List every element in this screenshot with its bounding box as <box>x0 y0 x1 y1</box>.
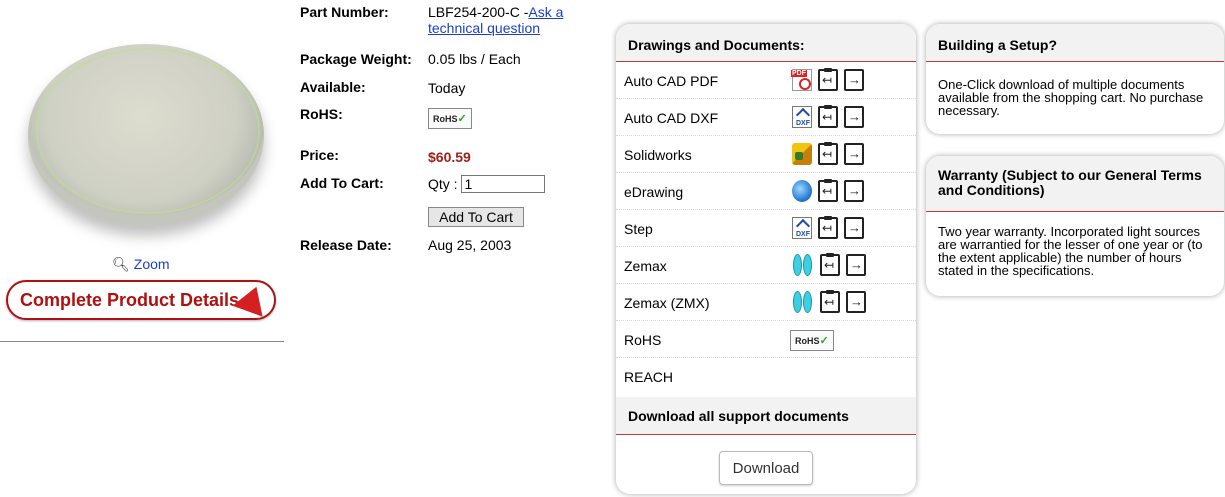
qty-label: Qty : <box>428 176 458 192</box>
complete-product-details-button[interactable]: Complete Product Details <box>6 280 276 320</box>
share-icon[interactable] <box>844 217 864 239</box>
lens-icon[interactable] <box>792 291 814 313</box>
part-number-label: Part Number: <box>300 4 389 20</box>
add-to-cart-button[interactable]: Add To Cart <box>428 207 524 227</box>
available-value: Today <box>428 80 466 96</box>
ask-question-link[interactable]: Ask a <box>528 4 563 20</box>
available-label: Available: <box>300 79 366 95</box>
divider <box>0 341 284 342</box>
setup-body: One-Click download of multiple documents… <box>938 77 1204 118</box>
rohs-badge[interactable]: RoHS✓ <box>428 108 472 129</box>
qty-group: Qty : <box>428 175 546 193</box>
complete-product-details-label: Complete Product Details <box>20 289 240 310</box>
clipboard-icon[interactable] <box>818 105 838 128</box>
edrawing-icon[interactable] <box>792 180 812 202</box>
part-number: LBF254-200-C - <box>428 4 529 20</box>
share-icon[interactable] <box>844 69 864 91</box>
doc-row-zemax-zmx[interactable]: Zemax (ZMX) <box>616 284 916 321</box>
lens-icon[interactable] <box>792 254 814 276</box>
doc-name[interactable]: Solidworks <box>624 147 692 163</box>
doc-row-autocad-pdf[interactable]: Auto CAD PDF <box>616 62 916 99</box>
doc-name[interactable]: RoHS <box>624 332 661 348</box>
warranty-panel: Warranty (Subject to our General Terms a… <box>926 156 1224 296</box>
check-icon: ✓ <box>457 113 467 125</box>
qty-input[interactable] <box>461 175 546 193</box>
setup-panel: Building a Setup? One-Click download of … <box>926 24 1224 134</box>
doc-row-rohs[interactable]: RoHS RoHS✓ <box>616 321 916 358</box>
share-icon[interactable] <box>844 106 864 128</box>
add-to-cart-wrap: Add To Cart <box>428 207 524 227</box>
share-icon[interactable] <box>844 143 864 165</box>
release-date-label: Release Date: <box>300 237 392 253</box>
dxf-icon[interactable] <box>792 106 812 128</box>
setup-title: Building a Setup? <box>926 24 1224 62</box>
share-icon[interactable] <box>846 291 866 313</box>
release-date-value: Aug 25, 2003 <box>428 237 512 253</box>
zoom-icon: 🔍︎ <box>112 256 130 272</box>
product-image-rim <box>36 48 260 214</box>
rohs-badge[interactable]: RoHS✓ <box>790 330 834 351</box>
doc-name[interactable]: Step <box>624 221 653 237</box>
doc-row-solidworks[interactable]: Solidworks <box>616 136 916 173</box>
package-weight-value: 0.05 lbs / Each <box>428 51 521 67</box>
doc-name[interactable]: REACH <box>624 369 673 385</box>
clipboard-icon[interactable] <box>818 142 838 165</box>
warranty-title: Warranty (Subject to our General Terms a… <box>926 156 1224 212</box>
check-icon: ✓ <box>819 335 829 347</box>
zoom-link[interactable]: 🔍︎ Zoom <box>112 256 170 273</box>
doc-name[interactable]: eDrawing <box>624 184 683 200</box>
share-icon[interactable] <box>846 254 866 276</box>
doc-row-reach[interactable]: REACH <box>616 358 916 395</box>
step-icon[interactable] <box>792 217 812 239</box>
rohs-label: RoHS: <box>300 106 343 122</box>
doc-name[interactable]: Zemax (ZMX) <box>624 295 710 311</box>
clipboard-icon[interactable] <box>818 68 838 91</box>
rohs-badge-text: RoHS <box>433 114 458 124</box>
doc-row-autocad-dxf[interactable]: Auto CAD DXF <box>616 99 916 136</box>
doc-name[interactable]: Auto CAD PDF <box>624 73 718 89</box>
price-label: Price: <box>300 147 339 163</box>
download-all-title: Download all support documents <box>616 397 916 435</box>
ask-question-link-line2[interactable]: technical question <box>428 20 540 36</box>
rohs-badge-text: RoHS <box>795 336 820 346</box>
doc-row-zemax[interactable]: Zemax <box>616 247 916 284</box>
pdf-icon[interactable] <box>791 69 812 91</box>
arrow-up-icon <box>232 281 272 317</box>
doc-name[interactable]: Zemax <box>624 258 667 274</box>
doc-row-step[interactable]: Step <box>616 210 916 247</box>
clipboard-icon[interactable] <box>820 290 840 313</box>
add-to-cart-label: Add To Cart: <box>300 175 384 191</box>
part-number-value: LBF254-200-C -Ask a technical question <box>428 4 563 36</box>
doc-name[interactable]: Auto CAD DXF <box>624 110 718 126</box>
package-weight-label: Package Weight: <box>300 51 412 67</box>
doc-row-edrawing[interactable]: eDrawing <box>616 173 916 210</box>
clipboard-icon[interactable] <box>818 179 838 202</box>
clipboard-icon[interactable] <box>818 216 838 239</box>
price-value: $60.59 <box>428 149 471 165</box>
share-icon[interactable] <box>844 180 864 202</box>
download-button[interactable]: Download <box>719 451 813 485</box>
documents-title: Drawings and Documents: <box>616 24 916 62</box>
documents-panel: Drawings and Documents: Auto CAD PDF Aut… <box>616 24 916 494</box>
clipboard-icon[interactable] <box>820 253 840 276</box>
solidworks-icon[interactable] <box>792 143 812 165</box>
warranty-body: Two year warranty. Incorporated light so… <box>938 224 1203 278</box>
zoom-label[interactable]: Zoom <box>134 256 170 272</box>
